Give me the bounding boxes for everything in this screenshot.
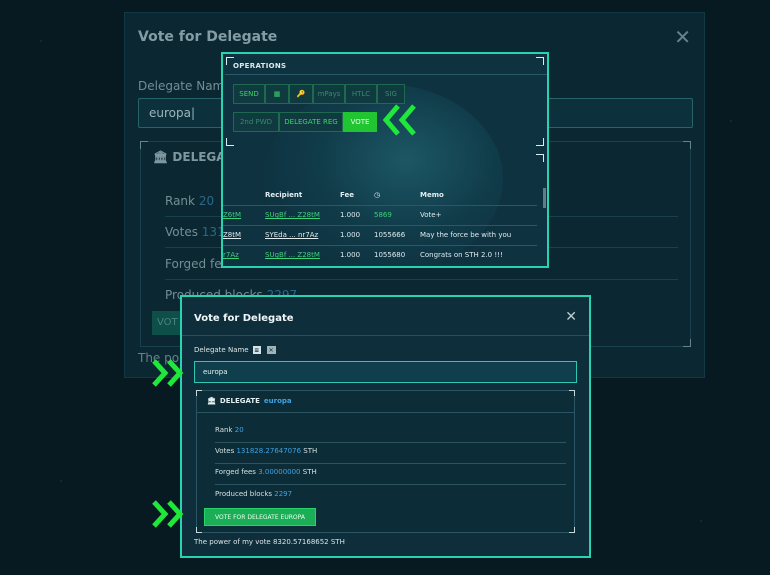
table-row-fee: 1.000 — [340, 231, 361, 239]
table-row-sender[interactable]: Z8tM — [223, 231, 241, 239]
operations-panel: OPERATIONS SEND ▦ 🔑 mPays HTLC SIG 2nd P… — [221, 52, 549, 268]
clear-icon[interactable]: ✕ — [266, 346, 276, 354]
col-fee: Fee — [340, 191, 354, 199]
delegate-header: 🏛 DELEGATE europa — [207, 397, 292, 405]
close-icon[interactable]: ✕ — [565, 310, 577, 324]
vote-for-delegate-button[interactable]: VOTE FOR DELEGATE EUROPA — [204, 508, 316, 526]
vote-tab-button[interactable]: VOTE — [343, 112, 377, 132]
mpays-button[interactable]: mPays — [313, 84, 345, 104]
bg-forged-row: Forged fee — [165, 257, 229, 271]
bg-input-value: europa — [149, 106, 191, 120]
bg-votes-row: Votes 131 — [165, 225, 225, 239]
produced-blocks-row: Produced blocks 2297 — [215, 490, 293, 498]
sig-button[interactable]: SIG — [377, 84, 405, 104]
table-row-num: 1055680 — [374, 251, 406, 259]
rank-row: Rank 20 — [215, 426, 244, 434]
send-button[interactable]: SEND — [233, 84, 265, 104]
delegate-name-label: Delegate Name ≡ ✕ — [194, 346, 276, 354]
scrollbar[interactable] — [543, 188, 546, 208]
col-memo: Memo — [420, 191, 444, 199]
modal-title: Vote for Delegate — [194, 313, 294, 324]
bg-modal-title: Vote for Delegate — [138, 29, 278, 45]
table-row-sender[interactable]: r7Az — [223, 251, 239, 259]
bank-icon: 🏛 — [153, 150, 169, 164]
table-row-sender[interactable]: Z6tM — [223, 211, 241, 219]
user-icon[interactable]: ≡ — [252, 346, 261, 354]
delegate-reg-button[interactable]: DELEGATE REG — [279, 112, 343, 132]
arrow-indicator-icon — [152, 500, 184, 528]
arrow-indicator-icon — [382, 104, 416, 136]
bg-rank-row: Rank 20 — [165, 194, 215, 208]
second-pwd-button[interactable]: 2nd PWD — [233, 112, 279, 132]
table-row-fee: 1.000 — [340, 211, 361, 219]
table-row-fee: 1.000 — [340, 251, 361, 259]
delegate-name: europa — [263, 397, 292, 405]
key-icon: 🔑 — [296, 90, 306, 98]
table-row-recipient[interactable]: SYEda ... nr7Az — [265, 231, 318, 239]
delegate-name-input[interactable]: europa — [194, 361, 577, 383]
table-row-num: 1055666 — [374, 231, 406, 239]
clock-icon: ◷ — [374, 191, 381, 199]
table-row-num: 5869 — [374, 211, 392, 219]
operations-title: OPERATIONS — [233, 62, 287, 70]
bg-delegate-label: Delegate Name — [138, 79, 232, 93]
table-row-memo: May the force be with you — [420, 231, 512, 239]
delegate-info-frame: 🏛 DELEGATE europa Rank 20 Votes 131828.2… — [196, 390, 575, 533]
key-button[interactable]: 🔑 — [289, 84, 313, 104]
table-row-recipient[interactable]: SUgBf ... Z28tM — [265, 251, 320, 259]
close-icon[interactable]: ✕ — [674, 27, 691, 47]
forged-fees-row: Forged fees 3.00000000 STH — [215, 468, 317, 476]
table-row-recipient[interactable]: SUgBf ... Z28tM — [265, 211, 320, 219]
table-row-memo: Vote+ — [420, 211, 442, 219]
vote-modal: Vote for Delegate ✕ Delegate Name ≡ ✕ eu… — [180, 295, 591, 558]
arrow-indicator-icon — [152, 359, 184, 387]
htlc-button[interactable]: HTLC — [345, 84, 377, 104]
table-row-memo: Congrats on STH 2.0 !!! — [420, 251, 503, 259]
vote-power-text: The power of my vote 8320.57168652 STH — [194, 538, 345, 546]
votes-row: Votes 131828.27647076 STH — [215, 447, 318, 455]
qr-button[interactable]: ▦ — [265, 84, 289, 104]
bg-vote-button[interactable]: VOT — [152, 311, 182, 335]
bank-icon: 🏛 — [207, 397, 216, 405]
qr-icon: ▦ — [273, 90, 281, 98]
col-recipient: Recipient — [265, 191, 303, 199]
